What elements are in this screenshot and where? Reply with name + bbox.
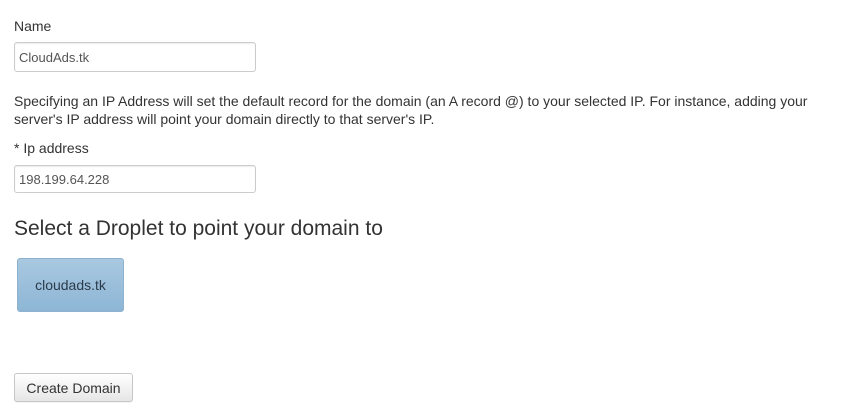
droplet-tile-label: cloudads.tk xyxy=(35,277,106,293)
droplet-section-heading: Select a Droplet to point your domain to xyxy=(14,217,383,240)
ip-address-label: * Ip address xyxy=(14,140,89,156)
name-label: Name xyxy=(14,18,52,34)
ip-address-input[interactable] xyxy=(14,165,256,193)
create-domain-button[interactable]: Create Domain xyxy=(14,373,133,402)
name-input[interactable] xyxy=(14,42,256,72)
droplet-tile-cloudads[interactable]: cloudads.tk xyxy=(17,258,124,312)
ip-help-text: Specifying an IP Address will set the de… xyxy=(14,93,808,127)
